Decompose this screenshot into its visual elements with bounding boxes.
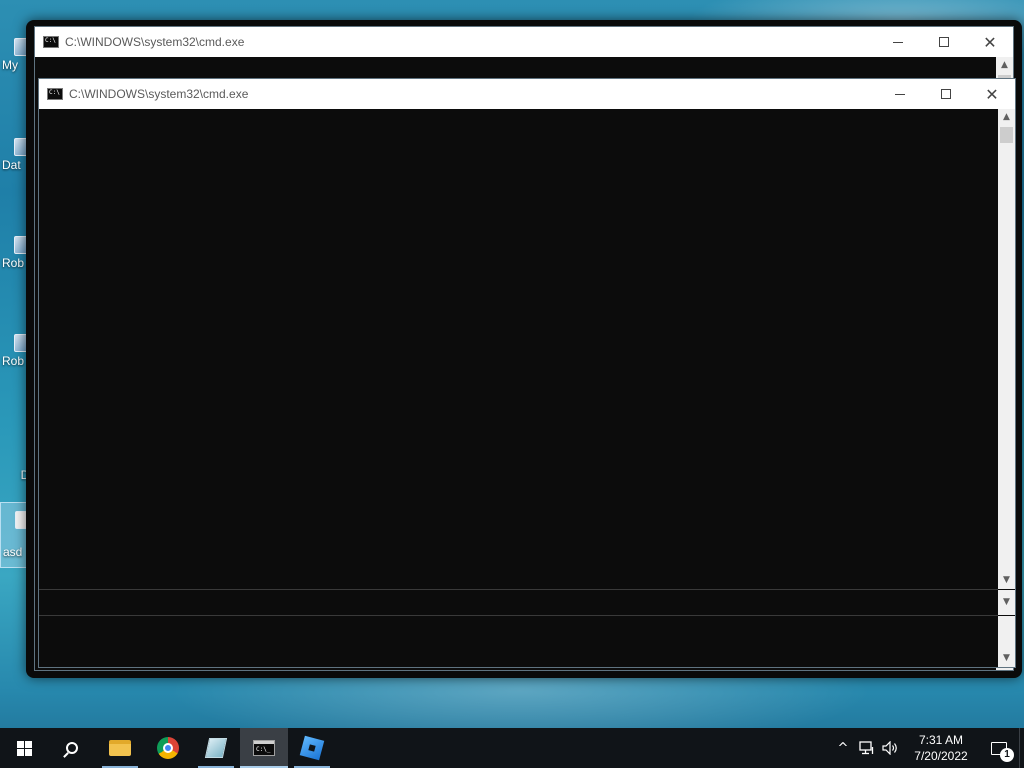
console-row[interactable] (39, 590, 998, 615)
clock-time: 7:31 AM (918, 733, 964, 747)
taskbar-cmd[interactable] (240, 728, 288, 768)
minimize-icon (893, 41, 903, 43)
clock-date: 7/20/2022 (914, 749, 968, 763)
notepad-like-icon (204, 738, 228, 758)
network-button[interactable] (855, 728, 879, 768)
close-icon: ✕ (985, 84, 999, 104)
show-hidden-icons-button[interactable]: ^ (831, 728, 855, 768)
close-icon: ✕ (983, 32, 997, 52)
console-area[interactable] (39, 109, 1015, 589)
row-scrollbar[interactable]: ▼ (998, 590, 1015, 615)
maximize-button[interactable] (923, 79, 969, 109)
minimize-icon (895, 93, 905, 95)
taskbar-chrome[interactable] (144, 728, 192, 768)
search-button[interactable] (48, 728, 96, 768)
system-tray: ^ 7:31 AM 7/20/2022 1 (831, 728, 1024, 768)
scroll-down-arrow-icon[interactable]: ▼ (998, 572, 1015, 589)
close-button[interactable]: ✕ (967, 27, 1013, 57)
file-explorer-icon (109, 740, 131, 756)
start-button[interactable] (0, 728, 48, 768)
cmd-icon (253, 740, 275, 756)
chrome-icon (157, 737, 179, 759)
scroll-down-arrow-icon[interactable]: ▼ (998, 650, 1015, 667)
taskbar-notepad[interactable] (192, 728, 240, 768)
cmd-app-icon (47, 88, 63, 100)
scroll-up-arrow-icon[interactable]: ▲ (996, 57, 1013, 74)
lower-scrollbar[interactable]: ▼ (998, 616, 1015, 667)
minimize-button[interactable] (877, 79, 923, 109)
search-icon (66, 742, 78, 754)
windows-start-icon (16, 740, 32, 756)
network-icon (859, 741, 874, 755)
action-center-button[interactable]: 1 (979, 728, 1019, 768)
scroll-up-arrow-icon[interactable]: ▲ (998, 109, 1015, 126)
title-bar[interactable]: C:\WINDOWS\system32\cmd.exe ✕ (39, 79, 1015, 109)
taskbar: ^ 7:31 AM 7/20/2022 1 (0, 728, 1024, 768)
show-desktop-button[interactable] (1019, 728, 1024, 768)
title-bar[interactable]: C:\WINDOWS\system32\cmd.exe ✕ (35, 27, 1013, 57)
console-lower-area[interactable] (39, 616, 998, 667)
clock[interactable]: 7:31 AM 7/20/2022 (909, 732, 973, 764)
scroll-down-arrow-icon[interactable]: ▼ (998, 594, 1015, 611)
window-title: C:\WINDOWS\system32\cmd.exe (69, 87, 249, 101)
scroll-thumb[interactable] (1000, 127, 1013, 143)
chevron-up-icon: ^ (837, 740, 849, 756)
speaker-icon (882, 741, 897, 755)
roblox-studio-icon (299, 735, 325, 761)
window-title: C:\WINDOWS\system32\cmd.exe (65, 35, 245, 49)
maximize-icon (939, 37, 949, 47)
cmd-window-front[interactable]: C:\WINDOWS\system32\cmd.exe ✕ ▲ ▼ ▼ ▼ (38, 78, 1016, 668)
minimize-button[interactable] (875, 27, 921, 57)
taskbar-file-explorer[interactable] (96, 728, 144, 768)
maximize-button[interactable] (921, 27, 967, 57)
maximize-icon (941, 89, 951, 99)
notification-badge: 1 (1000, 748, 1014, 762)
vertical-scrollbar[interactable]: ▲ ▼ (998, 109, 1015, 589)
cmd-app-icon (43, 36, 59, 48)
volume-button[interactable] (879, 728, 903, 768)
close-button[interactable]: ✕ (969, 79, 1015, 109)
taskbar-roblox-studio[interactable] (288, 728, 336, 768)
